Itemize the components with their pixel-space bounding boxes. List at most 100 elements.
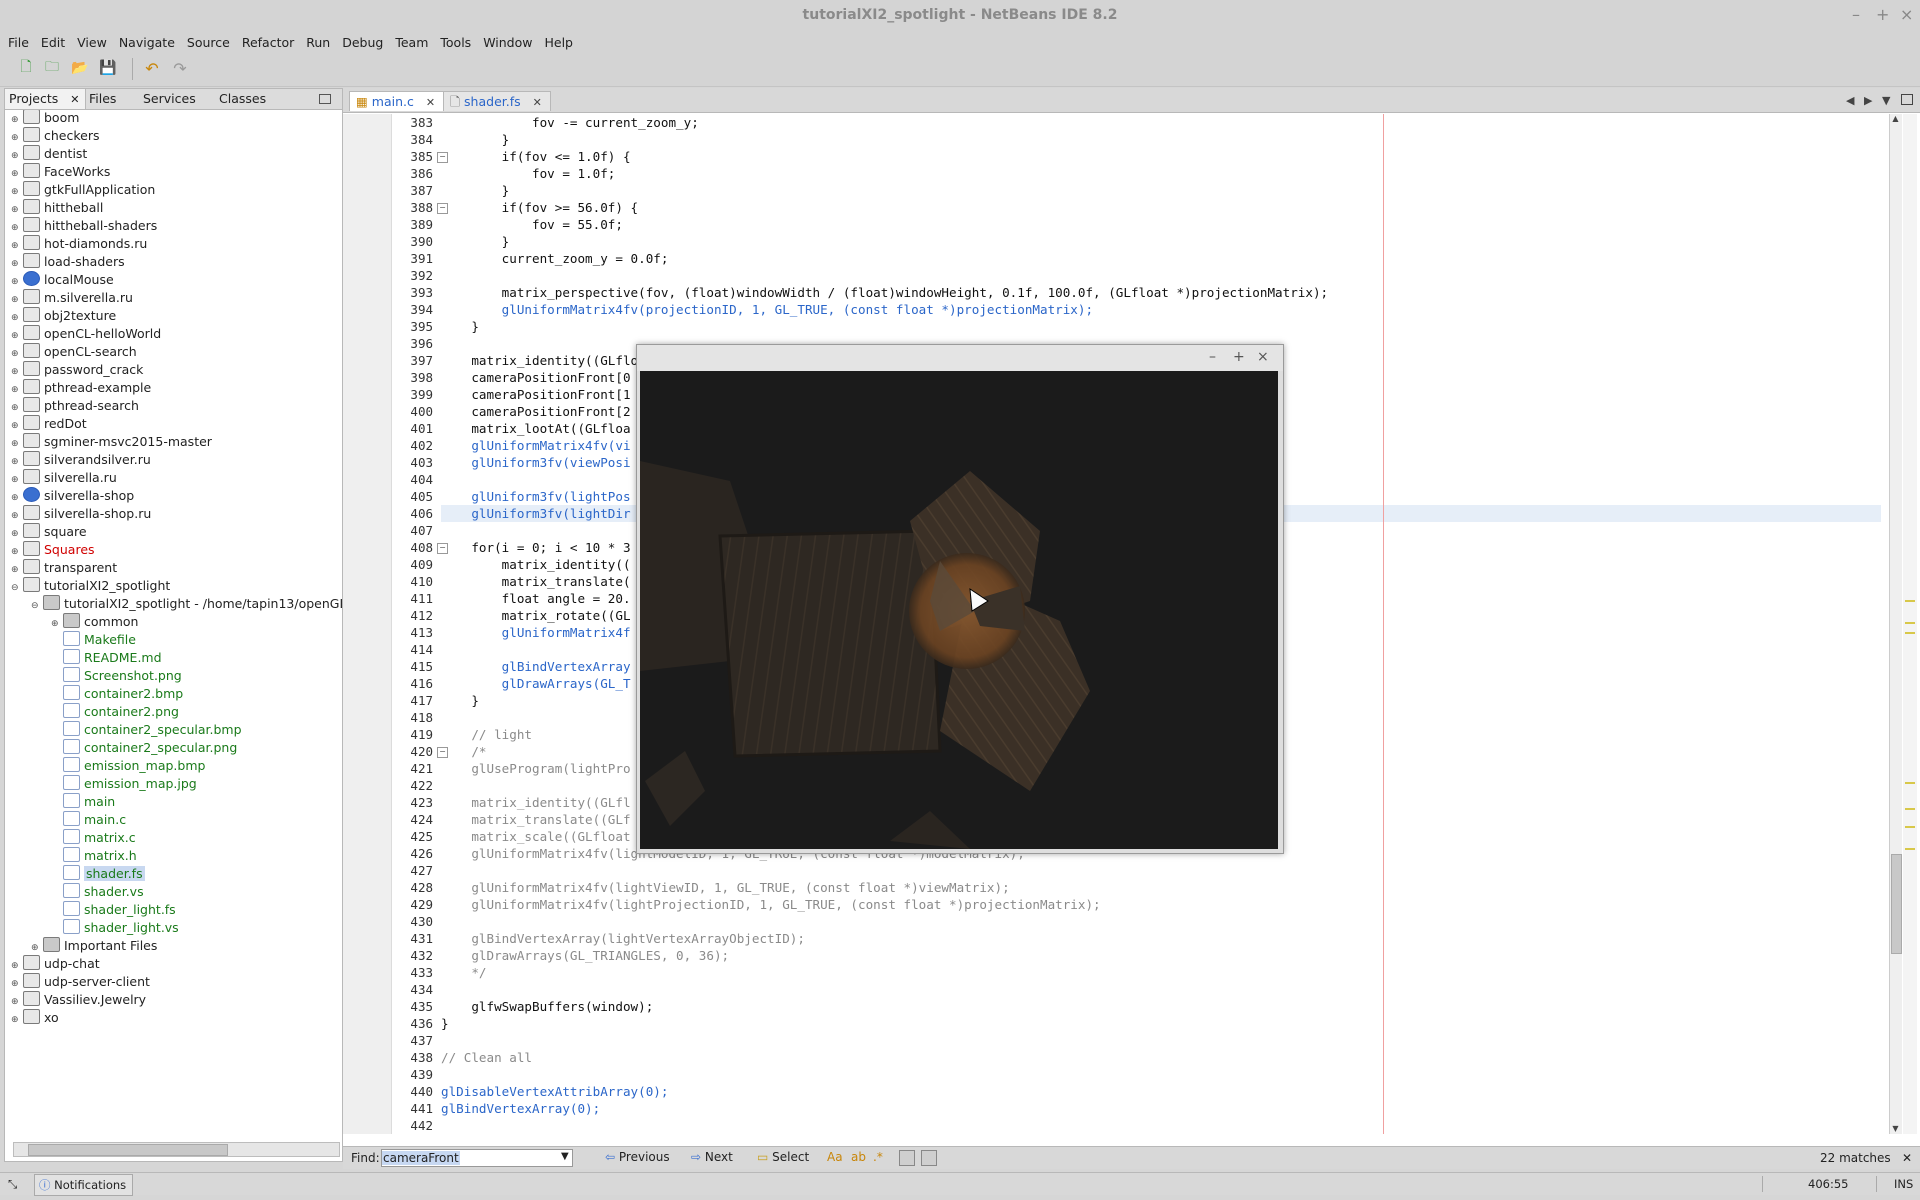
code-line[interactable]: matrix_lootAt((GLfloa bbox=[441, 420, 630, 437]
tree-item[interactable]: ⊕ silverella-shop.ru bbox=[11, 505, 151, 523]
notifications-button[interactable]: ⓘ Notifications bbox=[34, 1174, 134, 1196]
tab-projects[interactable]: Projects ✕ bbox=[5, 89, 86, 109]
code-line[interactable]: glDrawArrays(GL_TRIANGLES, 0, 36); bbox=[441, 947, 729, 964]
code-line[interactable]: } bbox=[441, 692, 479, 709]
tree-item[interactable]: emission_map.jpg bbox=[51, 775, 197, 793]
occurrence-mark[interactable] bbox=[1905, 622, 1915, 624]
tree-item[interactable]: ⊕ openCL-search bbox=[11, 343, 137, 361]
tree-item[interactable]: ⊕ localMouse bbox=[11, 271, 114, 289]
occurrence-mark[interactable] bbox=[1905, 808, 1915, 810]
maximize-editor-icon[interactable] bbox=[1901, 94, 1913, 105]
code-line[interactable]: glBindVertexArray(lightVertexArrayObject… bbox=[441, 930, 805, 947]
code-line[interactable]: cameraPositionFront[2 bbox=[441, 403, 630, 420]
tree-item[interactable]: ⊕ silverandsilver.ru bbox=[11, 451, 151, 469]
code-line[interactable]: glUniformMatrix4fv(vi bbox=[441, 437, 630, 454]
gl-minimize-button[interactable]: – bbox=[1209, 349, 1216, 365]
code-line[interactable]: float angle = 20. bbox=[441, 590, 631, 607]
menu-team[interactable]: Team bbox=[389, 32, 434, 53]
tab-list-icon[interactable]: ▼ bbox=[1882, 94, 1890, 107]
tree-item[interactable]: emission_map.bmp bbox=[51, 757, 205, 775]
tab-shader-fs[interactable]: 🗋 shader.fs ✕ bbox=[443, 91, 551, 111]
code-line[interactable]: if(fov >= 56.0f) { bbox=[441, 199, 638, 216]
menu-source[interactable]: Source bbox=[181, 32, 236, 53]
tree-item[interactable]: Makefile bbox=[51, 631, 136, 649]
fold-toggle-icon[interactable]: − bbox=[437, 152, 448, 163]
scroll-tabs-left-icon[interactable]: ◀ bbox=[1846, 94, 1854, 107]
scrollbar-thumb[interactable] bbox=[1891, 854, 1902, 954]
code-line[interactable]: glfwSwapBuffers(window); bbox=[441, 998, 653, 1015]
tree-item[interactable]: ⊕ hittheball bbox=[11, 199, 103, 217]
minimize-button[interactable]: – bbox=[1852, 5, 1860, 24]
tree-item[interactable]: container2.bmp bbox=[51, 685, 183, 703]
find-next-button[interactable]: ⇨ Next bbox=[691, 1150, 733, 1164]
tree-item[interactable]: ⊕ common bbox=[51, 613, 138, 631]
code-line[interactable]: if(fov <= 1.0f) { bbox=[441, 148, 631, 165]
occurrence-mark[interactable] bbox=[1905, 848, 1915, 850]
tree-item[interactable]: ⊕ transparent bbox=[11, 559, 117, 577]
vertical-scrollbar[interactable]: ▲ ▼ bbox=[1889, 114, 1902, 1134]
code-line[interactable]: matrix_perspective(fov, (float)windowWid… bbox=[441, 284, 1328, 301]
tree-item[interactable]: ⊕ udp-chat bbox=[11, 955, 100, 973]
find-history-dropdown-icon[interactable]: ▼ bbox=[561, 1151, 569, 1162]
menu-tools[interactable]: Tools bbox=[434, 32, 477, 53]
code-line[interactable]: // light bbox=[441, 726, 532, 743]
tree-item[interactable]: ⊕ sgminer-msvc2015-master bbox=[11, 433, 212, 451]
expand-toggle-icon[interactable]: ⊕ bbox=[11, 1011, 23, 1029]
undo-icon[interactable]: ↶ bbox=[142, 58, 162, 78]
code-line[interactable]: matrix_rotate((GL bbox=[441, 607, 631, 624]
code-line[interactable]: } bbox=[441, 318, 479, 335]
occurrence-mark[interactable] bbox=[1905, 600, 1915, 602]
tree-item[interactable]: README.md bbox=[51, 649, 162, 667]
match-case-icon[interactable]: Aa bbox=[827, 1150, 843, 1164]
whole-words-icon[interactable]: ab bbox=[851, 1150, 866, 1164]
tree-item[interactable]: matrix.c bbox=[51, 829, 136, 847]
tree-item[interactable]: shader.vs bbox=[51, 883, 144, 901]
menu-window[interactable]: Window bbox=[477, 32, 538, 53]
tree-item[interactable]: ⊕ boom bbox=[11, 110, 79, 127]
menu-navigate[interactable]: Navigate bbox=[113, 32, 181, 53]
menu-file[interactable]: File bbox=[2, 32, 35, 53]
tree-item[interactable]: ⊕ obj2texture bbox=[11, 307, 116, 325]
open-project-icon[interactable]: 📂 bbox=[70, 58, 90, 78]
occurrence-mark[interactable] bbox=[1905, 632, 1915, 634]
tree-item[interactable]: main bbox=[51, 793, 115, 811]
tree-item[interactable]: ⊕ Important Files bbox=[31, 937, 157, 955]
code-line[interactable]: // Clean all bbox=[441, 1049, 532, 1066]
tree-item[interactable]: ⊕ udp-server-client bbox=[11, 973, 150, 991]
tree-item[interactable]: ⊕ Vassiliev.Jewelry bbox=[11, 991, 146, 1009]
occurrence-mark[interactable] bbox=[1905, 782, 1915, 784]
code-line[interactable]: */ bbox=[441, 964, 486, 981]
code-line[interactable]: glDrawArrays(GL_T bbox=[441, 675, 631, 692]
tree-item[interactable]: ⊕ m.silverella.ru bbox=[11, 289, 133, 307]
menu-view[interactable]: View bbox=[71, 32, 113, 53]
opengl-render-window[interactable]: – + × bbox=[636, 344, 1284, 854]
tree-item[interactable]: shader.fs bbox=[51, 865, 145, 883]
tab-classes[interactable]: Classes bbox=[215, 89, 270, 109]
tree-item[interactable]: ⊕ hot-diamonds.ru bbox=[11, 235, 147, 253]
code-line[interactable]: glBindVertexArray bbox=[441, 658, 631, 675]
tree-item[interactable]: matrix.h bbox=[51, 847, 137, 865]
fold-toggle-icon[interactable]: − bbox=[437, 203, 448, 214]
tree-item[interactable]: shader_light.vs bbox=[51, 919, 179, 937]
tab-files[interactable]: Files bbox=[85, 89, 120, 109]
tree-item[interactable]: container2_specular.bmp bbox=[51, 721, 242, 739]
code-line[interactable]: glDisableVertexAttribArray(0); bbox=[441, 1083, 668, 1100]
code-line[interactable]: fov = 55.0f; bbox=[441, 216, 623, 233]
code-line[interactable]: matrix_translate( bbox=[441, 573, 631, 590]
fold-toggle-icon[interactable]: − bbox=[437, 543, 448, 554]
code-line[interactable]: matrix_identity(( bbox=[441, 556, 631, 573]
close-tab-icon[interactable]: ✕ bbox=[70, 93, 79, 106]
code-line[interactable]: } bbox=[441, 1015, 449, 1032]
tree-item[interactable]: ⊕ hittheball-shaders bbox=[11, 217, 157, 235]
tree-item[interactable]: ⊕ pthread-example bbox=[11, 379, 151, 397]
menu-refactor[interactable]: Refactor bbox=[236, 32, 300, 53]
maximize-button[interactable]: + bbox=[1876, 5, 1889, 24]
tree-item[interactable]: ⊕ redDot bbox=[11, 415, 87, 433]
tree-item[interactable]: ⊕ load-shaders bbox=[11, 253, 125, 271]
code-line[interactable]: matrix_scale((GLfloat bbox=[441, 828, 630, 845]
code-line[interactable]: matrix_translate((GLf bbox=[441, 811, 630, 828]
gl-window-titlebar[interactable]: – + × bbox=[637, 345, 1283, 371]
code-line[interactable]: glUseProgram(lightPro bbox=[441, 760, 630, 777]
code-line[interactable]: } bbox=[441, 233, 510, 250]
gl-canvas[interactable] bbox=[640, 371, 1278, 849]
